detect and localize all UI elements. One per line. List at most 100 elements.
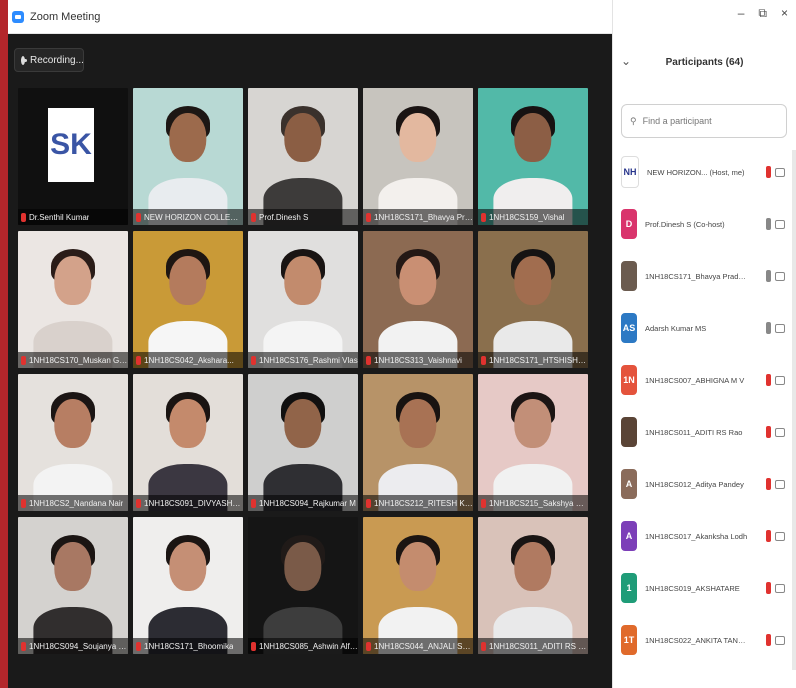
mic-icon xyxy=(766,270,771,282)
participant-name: 1NH18CS019_AKSHATARE xyxy=(645,583,740,593)
window-title: Zoom Meeting xyxy=(30,10,101,23)
participant-name: 1NH18CS011_ADITI RS Rao xyxy=(489,641,588,651)
minimize-icon[interactable]: – xyxy=(738,6,745,21)
mic-icon xyxy=(766,218,771,230)
gallery-grid: SK Dr.Senthil Kumar NEW HORIZON COLLEGE...… xyxy=(18,88,588,654)
participant-row[interactable]: 1 1NH18CS019_AKSHATARE xyxy=(621,562,791,614)
name-label: 1NH18CS159_Vishal xyxy=(478,209,588,225)
camera-icon xyxy=(775,427,785,437)
profile-initials: SK xyxy=(50,128,92,161)
video-tile[interactable]: Prof.Dinesh S xyxy=(248,88,358,225)
camera-icon xyxy=(775,479,785,489)
mic-muted-icon xyxy=(481,641,486,651)
mic-muted-icon xyxy=(21,212,26,222)
mic-muted-icon xyxy=(366,355,371,365)
participant-row[interactable]: 1T 1NH18CS022_ANKITA TANDON xyxy=(621,614,791,666)
participant-name: 1NH18CS091_DIVYASHREE M xyxy=(144,498,243,508)
mic-muted-icon xyxy=(766,530,771,542)
name-label: 1NH18CS011_ADITI RS Rao xyxy=(478,638,588,654)
restore-icon[interactable]: ⧉ xyxy=(758,6,767,21)
participant-row[interactable]: AS Adarsh Kumar MS xyxy=(621,302,791,354)
video-tile[interactable]: 1NH18CS176_Rashmi Vlas xyxy=(248,231,358,368)
video-tile[interactable]: 1NH18CS044_ANJALI SHARMA xyxy=(363,517,473,654)
video-tile[interactable]: 1NH18CS171_Bhavya Pradeep xyxy=(363,88,473,225)
search-input[interactable] xyxy=(640,115,785,127)
video-tile[interactable]: 1NH18CS171_Bhoomika xyxy=(133,517,243,654)
mic-muted-icon xyxy=(481,498,486,508)
participant-name: 1NH18CS094_Soujanya Pa... xyxy=(29,641,128,651)
video-tile[interactable]: 1NH18CS171_HTSHISHAK xyxy=(478,231,588,368)
participant-row[interactable]: 1N 1NH18CS007_ABHIGNA M V xyxy=(621,354,791,406)
video-tile[interactable]: NEW HORIZON COLLEGE... xyxy=(133,88,243,225)
close-icon[interactable]: × xyxy=(781,6,788,21)
video-tile[interactable]: 1NH18CS094_Rajkumar M xyxy=(248,374,358,511)
participant-name: 1NH18CS176_Rashmi Vlas xyxy=(259,355,358,365)
participant-row[interactable]: D Prof.Dinesh S (Co-host) xyxy=(621,198,791,250)
name-label: 1NH18CS085_Ashwin Alfred xyxy=(248,638,358,654)
participant-name: NEW HORIZON COLLEGE... xyxy=(144,212,243,222)
avatar: A xyxy=(621,521,637,551)
name-label: 1NH18CS171_Bhavya Pradeep xyxy=(363,209,473,225)
person-face xyxy=(54,398,92,448)
avatar: AS xyxy=(621,313,637,343)
person-face xyxy=(169,541,207,591)
participant-row[interactable]: A 1NH18CS017_Akanksha Lodh xyxy=(621,510,791,562)
name-label: Dr.Senthil Kumar xyxy=(18,209,128,225)
camera-icon xyxy=(775,271,785,281)
person-face xyxy=(169,112,207,162)
name-label: 1NH18CS212_RITESH KU... xyxy=(363,495,473,511)
person-face xyxy=(169,398,207,448)
video-tile[interactable]: 1NH18CS094_Soujanya Pa... xyxy=(18,517,128,654)
mic-muted-icon xyxy=(251,355,256,365)
search-icon: ⚲ xyxy=(630,115,637,126)
participant-search[interactable]: ⚲ xyxy=(621,104,787,138)
participant-row[interactable]: 1NH18CS171_Bhavya Pradeep xyxy=(621,250,791,302)
left-accent-bar xyxy=(0,0,8,688)
recording-indicator[interactable]: Recording... xyxy=(14,48,84,72)
video-tile[interactable]: 1NH18CS170_Muskan Gupta xyxy=(18,231,128,368)
participant-name: 1NH18CS085_Ashwin Alfred xyxy=(259,641,358,651)
participant-name: Prof.Dinesh S (Co-host) xyxy=(645,219,725,229)
video-tile[interactable]: 1NH18CS011_ADITI RS Rao xyxy=(478,517,588,654)
person-face xyxy=(514,398,552,448)
name-label: 1NH18CS094_Soujanya Pa... xyxy=(18,638,128,654)
participants-title: Participants (64) xyxy=(665,56,744,68)
mic-muted-icon xyxy=(136,355,141,365)
camera-icon xyxy=(775,531,785,541)
participant-name: 1NH18CS171_Bhavya Pradeep xyxy=(645,271,749,281)
participant-name: 1NH18CS171_HTSHISHAK xyxy=(489,355,588,365)
video-tile[interactable]: SK Dr.Senthil Kumar xyxy=(18,88,128,225)
participant-row[interactable]: 1NH18CS011_ADITI RS Rao xyxy=(621,406,791,458)
person-face xyxy=(399,112,437,162)
name-label: 1NH18CS170_Muskan Gupta xyxy=(18,352,128,368)
video-tile[interactable]: 1NH18CS085_Ashwin Alfred xyxy=(248,517,358,654)
video-tile[interactable]: 1NH18CS091_DIVYASHREE M xyxy=(133,374,243,511)
person-face xyxy=(514,112,552,162)
mic-muted-icon xyxy=(766,478,771,490)
profile-card: SK xyxy=(48,108,94,182)
name-label: 1NH18CS094_Rajkumar M xyxy=(248,495,358,511)
participant-scrollbar[interactable] xyxy=(792,150,796,670)
participant-name: 1NH18CS313_Vaishnavi xyxy=(374,355,462,365)
camera-icon xyxy=(775,323,785,333)
video-tile[interactable]: 1NH18CS212_RITESH KU... xyxy=(363,374,473,511)
participant-name: 1NH18CS215_Sakshya Sathyan xyxy=(489,498,588,508)
mic-muted-icon xyxy=(366,641,371,651)
name-label: 1NH18CS215_Sakshya Sathyan xyxy=(478,495,588,511)
name-label: 1NH18CS2_Nandana Nair xyxy=(18,495,128,511)
avatar: A xyxy=(621,469,637,499)
mic-muted-icon xyxy=(766,426,771,438)
video-tile[interactable]: 1NH18CS313_Vaishnavi xyxy=(363,231,473,368)
participant-row[interactable]: NH NEW HORIZON... (Host, me) xyxy=(621,146,791,198)
camera-icon xyxy=(775,635,785,645)
video-tile[interactable]: 1NH18CS2_Nandana Nair xyxy=(18,374,128,511)
participant-name: 1NH18CS094_Rajkumar M xyxy=(259,498,356,508)
video-tile[interactable]: 1NH18CS042_Akshara... xyxy=(133,231,243,368)
participant-name: 1NH18CS170_Muskan Gupta xyxy=(29,355,128,365)
video-tile[interactable]: 1NH18CS159_Vishal xyxy=(478,88,588,225)
participants-panel: – ⧉ × ⌄ Participants (64) ⚲ NHNEW HORIZO… xyxy=(612,0,796,688)
video-tile[interactable]: 1NH18CS215_Sakshya Sathyan xyxy=(478,374,588,511)
participant-row[interactable]: A 1NH18CS012_Aditya Pandey xyxy=(621,458,791,510)
avatar: 1N xyxy=(621,365,637,395)
avatar: 1T xyxy=(621,625,637,655)
